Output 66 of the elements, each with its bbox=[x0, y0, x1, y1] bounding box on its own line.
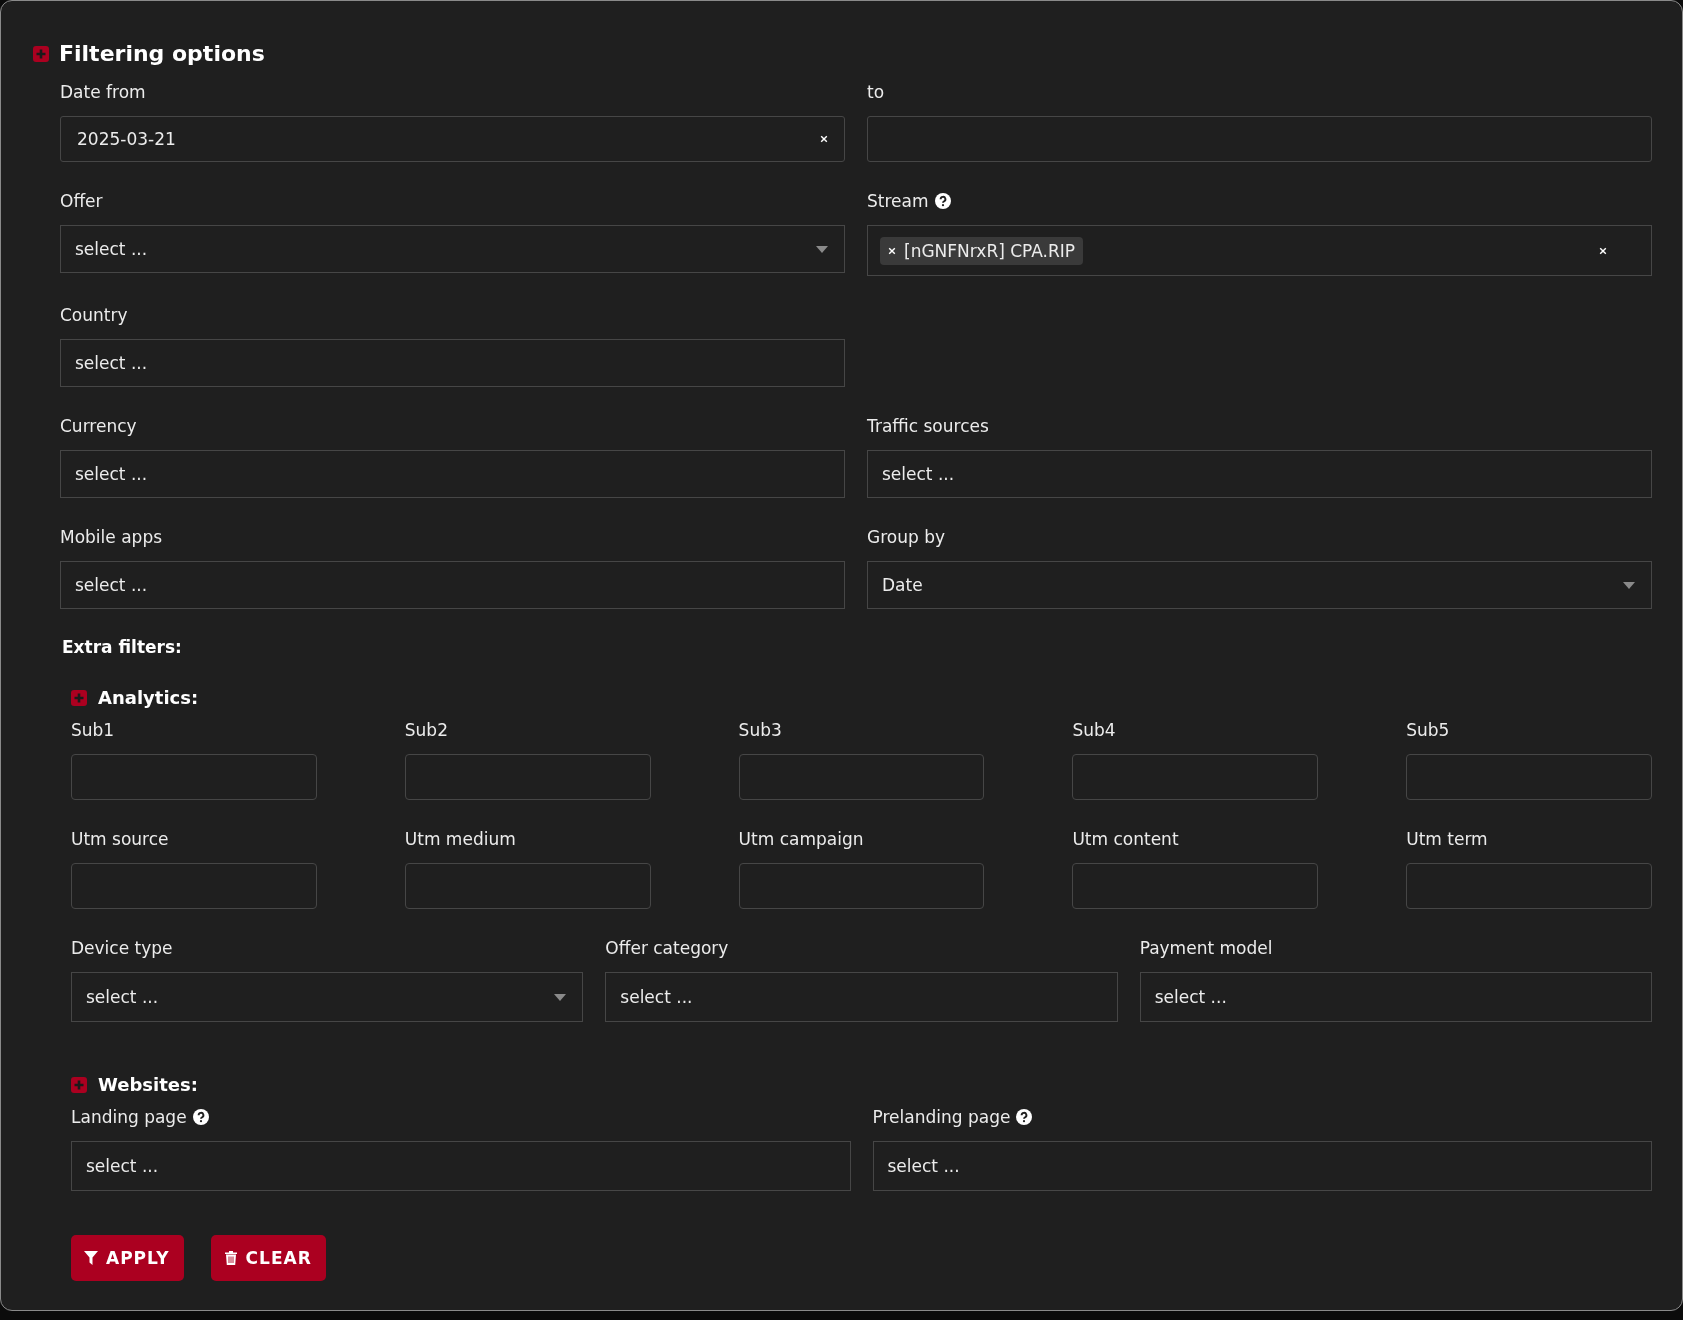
field-label: Utm medium bbox=[404, 829, 516, 849]
text-input[interactable] bbox=[71, 754, 317, 800]
extra-filters-heading: Extra filters: bbox=[62, 637, 183, 657]
field-label: Traffic sources bbox=[867, 416, 989, 436]
field-label: Utm campaign bbox=[738, 829, 864, 849]
field-label: Mobile apps bbox=[60, 527, 163, 547]
field-label: Date from bbox=[60, 82, 146, 102]
clear-icon[interactable] bbox=[1599, 246, 1607, 255]
text-input[interactable] bbox=[738, 863, 985, 909]
select-field[interactable]: select ... bbox=[605, 972, 1118, 1022]
section-title: Analytics: bbox=[98, 687, 199, 708]
field-label: Utm content bbox=[1072, 829, 1179, 849]
field-label: Offer category bbox=[605, 938, 729, 958]
expand-icon[interactable] bbox=[33, 45, 49, 62]
expand-icon[interactable] bbox=[71, 1076, 87, 1093]
select-field[interactable]: select ... bbox=[60, 225, 845, 273]
field-label: Sub2 bbox=[404, 720, 448, 740]
field-label: Currency bbox=[60, 416, 137, 436]
action-button[interactable]: APPLY bbox=[71, 1235, 184, 1281]
select-field[interactable]: select ... bbox=[1139, 972, 1652, 1022]
text-input[interactable] bbox=[71, 863, 317, 909]
section-title: Websites: bbox=[98, 1074, 198, 1095]
text-input[interactable] bbox=[738, 754, 985, 800]
selected-tag[interactable]: [nGNFNrxR] CPA.RIP bbox=[880, 236, 1084, 265]
field-label: Country bbox=[60, 305, 128, 325]
input-field[interactable]: 2025-03-21 bbox=[60, 116, 845, 162]
field-label: Sub4 bbox=[1072, 720, 1116, 740]
select-field[interactable]: select ... bbox=[60, 561, 845, 609]
caret-icon bbox=[816, 245, 828, 253]
text-input[interactable] bbox=[1072, 754, 1319, 800]
text-input[interactable] bbox=[1406, 754, 1652, 800]
action-button[interactable]: CLEAR bbox=[210, 1235, 326, 1281]
select-field[interactable]: select ... bbox=[71, 972, 584, 1022]
field-label: Group by bbox=[867, 527, 945, 547]
select-field[interactable]: select ... bbox=[60, 339, 845, 387]
field-label: Prelanding page bbox=[872, 1107, 1011, 1127]
field-label: Payment model bbox=[1139, 938, 1273, 958]
field-label: Sub3 bbox=[738, 720, 782, 740]
caret-icon bbox=[1623, 581, 1635, 589]
select-field[interactable]: select ... bbox=[60, 450, 845, 498]
field-label: Utm source bbox=[71, 829, 169, 849]
select-field[interactable]: Date bbox=[867, 561, 1652, 609]
field-label: Utm term bbox=[1406, 829, 1488, 849]
select-field[interactable]: select ... bbox=[872, 1141, 1652, 1191]
clear-icon[interactable] bbox=[820, 135, 828, 143]
field-label: Offer bbox=[60, 191, 103, 211]
clear-icon[interactable] bbox=[888, 246, 896, 255]
select-field[interactable]: select ... bbox=[71, 1141, 851, 1191]
panel-title: Filtering options bbox=[59, 41, 265, 66]
field-label: Device type bbox=[71, 938, 173, 958]
text-input[interactable] bbox=[404, 863, 651, 909]
input-field[interactable] bbox=[867, 116, 1652, 162]
trash-icon bbox=[223, 1251, 238, 1265]
caret-icon bbox=[554, 993, 567, 1001]
text-input[interactable] bbox=[1406, 863, 1652, 909]
multi-select-field[interactable]: [nGNFNrxR] CPA.RIP bbox=[867, 225, 1652, 276]
select-field[interactable]: select ... bbox=[867, 450, 1652, 498]
filter-icon bbox=[84, 1251, 98, 1265]
field-label: to bbox=[867, 82, 885, 102]
field-label: Sub5 bbox=[1406, 720, 1450, 740]
text-input[interactable] bbox=[404, 754, 651, 800]
field-label: Landing page bbox=[71, 1107, 187, 1127]
text-input[interactable] bbox=[1072, 863, 1319, 909]
expand-icon[interactable] bbox=[71, 689, 87, 706]
field-label: Sub1 bbox=[71, 720, 115, 740]
field-label: Stream bbox=[867, 191, 929, 211]
